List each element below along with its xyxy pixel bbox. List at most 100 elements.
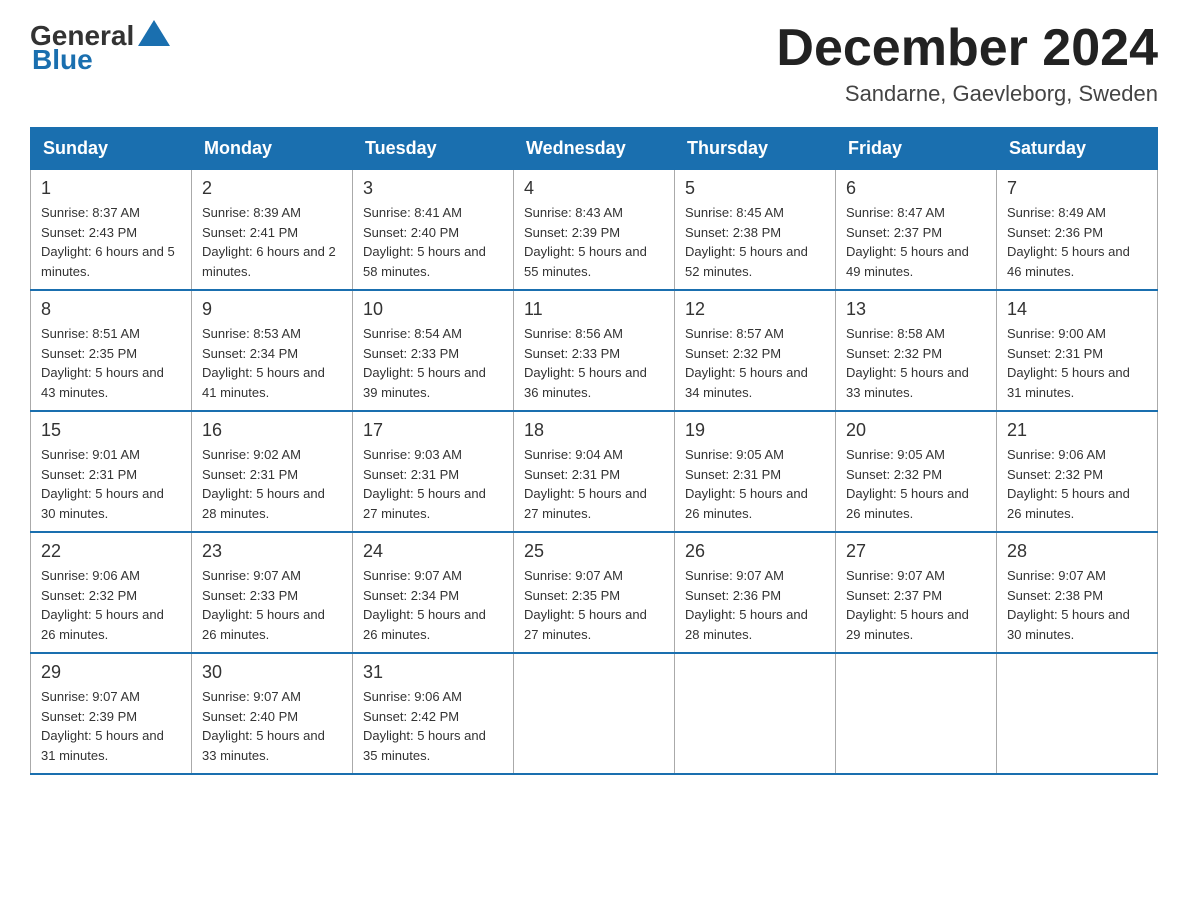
day-number: 11	[524, 299, 664, 320]
title-block: December 2024 Sandarne, Gaevleborg, Swed…	[776, 20, 1158, 107]
day-number: 30	[202, 662, 342, 683]
day-info: Sunrise: 9:05 AM Sunset: 2:32 PM Dayligh…	[846, 445, 986, 523]
day-info: Sunrise: 8:39 AM Sunset: 2:41 PM Dayligh…	[202, 203, 342, 281]
header-wednesday: Wednesday	[514, 128, 675, 170]
header-friday: Friday	[836, 128, 997, 170]
header-thursday: Thursday	[675, 128, 836, 170]
calendar-cell	[836, 653, 997, 774]
day-number: 7	[1007, 178, 1147, 199]
calendar-cell: 25 Sunrise: 9:07 AM Sunset: 2:35 PM Dayl…	[514, 532, 675, 653]
day-number: 1	[41, 178, 181, 199]
calendar-cell: 17 Sunrise: 9:03 AM Sunset: 2:31 PM Dayl…	[353, 411, 514, 532]
day-number: 6	[846, 178, 986, 199]
calendar-cell: 21 Sunrise: 9:06 AM Sunset: 2:32 PM Dayl…	[997, 411, 1158, 532]
day-info: Sunrise: 9:04 AM Sunset: 2:31 PM Dayligh…	[524, 445, 664, 523]
day-number: 15	[41, 420, 181, 441]
day-number: 16	[202, 420, 342, 441]
calendar-cell: 2 Sunrise: 8:39 AM Sunset: 2:41 PM Dayli…	[192, 170, 353, 291]
day-info: Sunrise: 9:02 AM Sunset: 2:31 PM Dayligh…	[202, 445, 342, 523]
calendar-cell: 28 Sunrise: 9:07 AM Sunset: 2:38 PM Dayl…	[997, 532, 1158, 653]
calendar-header-row: SundayMondayTuesdayWednesdayThursdayFrid…	[31, 128, 1158, 170]
day-number: 8	[41, 299, 181, 320]
day-info: Sunrise: 8:49 AM Sunset: 2:36 PM Dayligh…	[1007, 203, 1147, 281]
header-sunday: Sunday	[31, 128, 192, 170]
day-number: 3	[363, 178, 503, 199]
day-number: 31	[363, 662, 503, 683]
day-info: Sunrise: 8:47 AM Sunset: 2:37 PM Dayligh…	[846, 203, 986, 281]
calendar-cell: 18 Sunrise: 9:04 AM Sunset: 2:31 PM Dayl…	[514, 411, 675, 532]
day-info: Sunrise: 8:45 AM Sunset: 2:38 PM Dayligh…	[685, 203, 825, 281]
day-info: Sunrise: 9:07 AM Sunset: 2:40 PM Dayligh…	[202, 687, 342, 765]
calendar-cell: 7 Sunrise: 8:49 AM Sunset: 2:36 PM Dayli…	[997, 170, 1158, 291]
page-header: General Blue December 2024 Sandarne, Gae…	[30, 20, 1158, 107]
calendar-cell: 16 Sunrise: 9:02 AM Sunset: 2:31 PM Dayl…	[192, 411, 353, 532]
month-title: December 2024	[776, 20, 1158, 77]
day-info: Sunrise: 9:05 AM Sunset: 2:31 PM Dayligh…	[685, 445, 825, 523]
day-info: Sunrise: 8:51 AM Sunset: 2:35 PM Dayligh…	[41, 324, 181, 402]
calendar-cell: 1 Sunrise: 8:37 AM Sunset: 2:43 PM Dayli…	[31, 170, 192, 291]
calendar-table: SundayMondayTuesdayWednesdayThursdayFrid…	[30, 127, 1158, 775]
day-number: 5	[685, 178, 825, 199]
calendar-cell: 5 Sunrise: 8:45 AM Sunset: 2:38 PM Dayli…	[675, 170, 836, 291]
day-info: Sunrise: 9:06 AM Sunset: 2:42 PM Dayligh…	[363, 687, 503, 765]
header-tuesday: Tuesday	[353, 128, 514, 170]
day-info: Sunrise: 9:01 AM Sunset: 2:31 PM Dayligh…	[41, 445, 181, 523]
day-number: 26	[685, 541, 825, 562]
day-number: 29	[41, 662, 181, 683]
header-monday: Monday	[192, 128, 353, 170]
day-info: Sunrise: 9:07 AM Sunset: 2:37 PM Dayligh…	[846, 566, 986, 644]
calendar-cell: 15 Sunrise: 9:01 AM Sunset: 2:31 PM Dayl…	[31, 411, 192, 532]
week-row-4: 22 Sunrise: 9:06 AM Sunset: 2:32 PM Dayl…	[31, 532, 1158, 653]
day-number: 2	[202, 178, 342, 199]
day-info: Sunrise: 9:06 AM Sunset: 2:32 PM Dayligh…	[1007, 445, 1147, 523]
day-number: 21	[1007, 420, 1147, 441]
day-info: Sunrise: 9:07 AM Sunset: 2:36 PM Dayligh…	[685, 566, 825, 644]
week-row-5: 29 Sunrise: 9:07 AM Sunset: 2:39 PM Dayl…	[31, 653, 1158, 774]
day-info: Sunrise: 9:00 AM Sunset: 2:31 PM Dayligh…	[1007, 324, 1147, 402]
day-number: 24	[363, 541, 503, 562]
calendar-cell: 29 Sunrise: 9:07 AM Sunset: 2:39 PM Dayl…	[31, 653, 192, 774]
day-info: Sunrise: 8:41 AM Sunset: 2:40 PM Dayligh…	[363, 203, 503, 281]
calendar-cell: 8 Sunrise: 8:51 AM Sunset: 2:35 PM Dayli…	[31, 290, 192, 411]
logo: General Blue	[30, 20, 172, 76]
day-number: 18	[524, 420, 664, 441]
day-info: Sunrise: 9:07 AM Sunset: 2:39 PM Dayligh…	[41, 687, 181, 765]
location-title: Sandarne, Gaevleborg, Sweden	[776, 81, 1158, 107]
day-number: 12	[685, 299, 825, 320]
day-info: Sunrise: 9:07 AM Sunset: 2:35 PM Dayligh…	[524, 566, 664, 644]
logo-blue: Blue	[32, 44, 93, 75]
day-info: Sunrise: 8:53 AM Sunset: 2:34 PM Dayligh…	[202, 324, 342, 402]
calendar-cell: 9 Sunrise: 8:53 AM Sunset: 2:34 PM Dayli…	[192, 290, 353, 411]
logo-icon	[136, 16, 172, 52]
calendar-cell: 4 Sunrise: 8:43 AM Sunset: 2:39 PM Dayli…	[514, 170, 675, 291]
calendar-cell: 20 Sunrise: 9:05 AM Sunset: 2:32 PM Dayl…	[836, 411, 997, 532]
week-row-3: 15 Sunrise: 9:01 AM Sunset: 2:31 PM Dayl…	[31, 411, 1158, 532]
day-number: 13	[846, 299, 986, 320]
calendar-cell: 13 Sunrise: 8:58 AM Sunset: 2:32 PM Dayl…	[836, 290, 997, 411]
calendar-cell: 26 Sunrise: 9:07 AM Sunset: 2:36 PM Dayl…	[675, 532, 836, 653]
calendar-cell	[514, 653, 675, 774]
calendar-cell: 11 Sunrise: 8:56 AM Sunset: 2:33 PM Dayl…	[514, 290, 675, 411]
day-info: Sunrise: 8:57 AM Sunset: 2:32 PM Dayligh…	[685, 324, 825, 402]
day-number: 10	[363, 299, 503, 320]
calendar-cell: 22 Sunrise: 9:06 AM Sunset: 2:32 PM Dayl…	[31, 532, 192, 653]
day-info: Sunrise: 9:07 AM Sunset: 2:38 PM Dayligh…	[1007, 566, 1147, 644]
day-number: 25	[524, 541, 664, 562]
calendar-cell: 6 Sunrise: 8:47 AM Sunset: 2:37 PM Dayli…	[836, 170, 997, 291]
day-info: Sunrise: 8:54 AM Sunset: 2:33 PM Dayligh…	[363, 324, 503, 402]
day-number: 19	[685, 420, 825, 441]
day-info: Sunrise: 8:56 AM Sunset: 2:33 PM Dayligh…	[524, 324, 664, 402]
day-info: Sunrise: 9:07 AM Sunset: 2:33 PM Dayligh…	[202, 566, 342, 644]
day-number: 28	[1007, 541, 1147, 562]
day-number: 4	[524, 178, 664, 199]
day-number: 9	[202, 299, 342, 320]
calendar-cell	[675, 653, 836, 774]
header-saturday: Saturday	[997, 128, 1158, 170]
calendar-cell: 31 Sunrise: 9:06 AM Sunset: 2:42 PM Dayl…	[353, 653, 514, 774]
week-row-2: 8 Sunrise: 8:51 AM Sunset: 2:35 PM Dayli…	[31, 290, 1158, 411]
day-info: Sunrise: 9:06 AM Sunset: 2:32 PM Dayligh…	[41, 566, 181, 644]
day-info: Sunrise: 9:03 AM Sunset: 2:31 PM Dayligh…	[363, 445, 503, 523]
calendar-cell: 14 Sunrise: 9:00 AM Sunset: 2:31 PM Dayl…	[997, 290, 1158, 411]
day-number: 27	[846, 541, 986, 562]
day-number: 20	[846, 420, 986, 441]
